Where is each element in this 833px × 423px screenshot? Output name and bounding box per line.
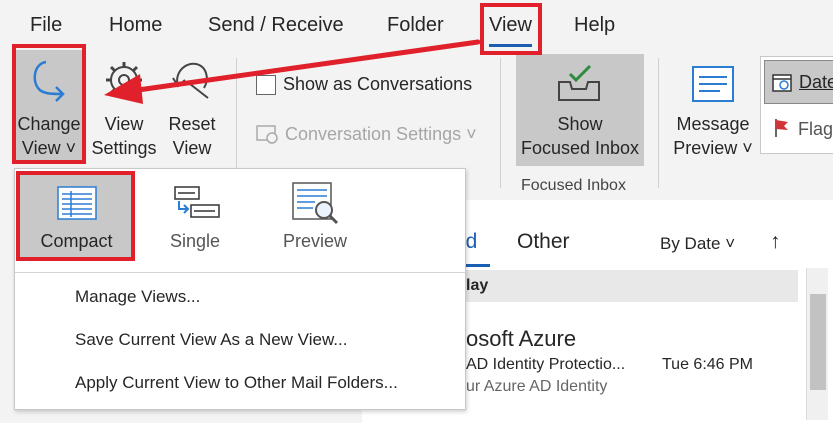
annotation-arrow (104, 39, 481, 104)
